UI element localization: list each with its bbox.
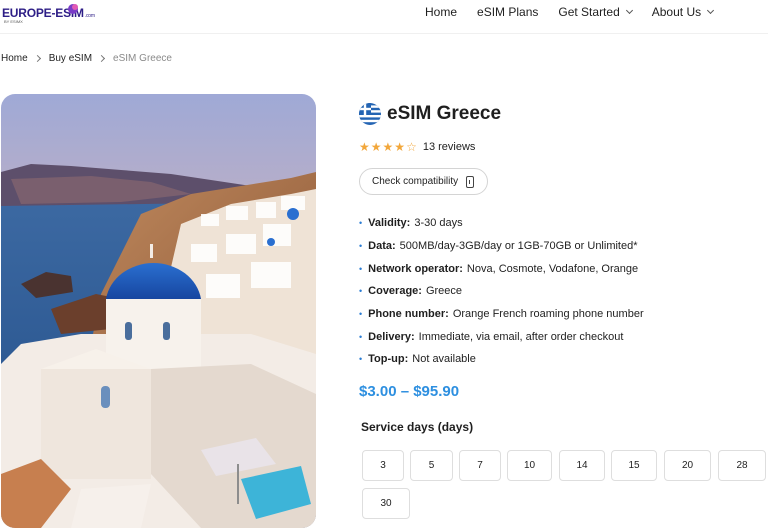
service-day-option[interactable]: 14 (559, 450, 605, 481)
service-day-option[interactable]: 7 (459, 450, 501, 481)
chevron-down-icon (707, 6, 715, 15)
product-image (1, 94, 316, 528)
phone-icon (466, 175, 475, 188)
chevron-right-icon (98, 54, 106, 63)
breadcrumb-current: eSIM Greece (113, 53, 172, 64)
spec-item: • Top-up: Not available (359, 348, 644, 371)
site-header: EUROPE-ESIM.com BY ESIMX Home eSIM Plans… (0, 0, 768, 34)
bullet-icon: • (359, 354, 363, 365)
spec-item: • Coverage: Greece (359, 280, 644, 303)
bullet-icon: • (359, 263, 363, 274)
spec-value: Nova, Cosmote, Vodafone, Orange (466, 262, 639, 275)
bullet-icon: • (359, 286, 363, 297)
bullet-icon: • (359, 218, 363, 229)
reviews-count[interactable]: 13 reviews (423, 141, 476, 153)
product-title: eSIM Greece (387, 103, 502, 124)
spec-label: Network operator: (368, 262, 463, 275)
greece-flag-icon (359, 103, 381, 125)
main-nav: Home eSIM Plans Get Started About Us (425, 5, 733, 19)
price-range: $3.00 – $95.90 (359, 383, 460, 400)
spec-item: • Delivery: Immediate, via email, after or… (359, 325, 644, 348)
bullet-icon: • (359, 309, 363, 320)
service-day-option[interactable]: 10 (507, 450, 552, 481)
spec-value: Immediate, via email, after order checko… (418, 330, 624, 343)
logo-suffix: .com (84, 13, 95, 19)
service-day-option[interactable]: 28 (718, 450, 766, 481)
spec-value: Greece (425, 285, 463, 298)
service-day-option[interactable]: 30 (362, 488, 410, 519)
star-filled-icon: ★ (359, 140, 370, 154)
spec-label: Delivery: (368, 330, 415, 343)
star-filled-icon: ★ (370, 140, 382, 154)
bullet-icon: • (359, 331, 363, 342)
bullet-icon: • (359, 241, 363, 252)
nav-about-us-label: About Us (651, 5, 702, 19)
chevron-right-icon (33, 54, 41, 63)
product-title-row: eSIM Greece (359, 103, 501, 125)
logo-tagline: BY ESIMX (4, 19, 23, 24)
spec-value: Not available (412, 353, 476, 366)
site-logo[interactable]: EUROPE-ESIM.com BY ESIMX (2, 2, 95, 26)
star-filled-icon: ★ (382, 140, 394, 154)
spec-value: 500MB/day-3GB/day or 1GB-70GB or Unlimit… (399, 240, 638, 253)
product-specs: • Validity: 3-30 days • Data: 500MB/day-3GB/… (359, 212, 644, 371)
spec-item: • Phone number: Orange French roaming phon… (359, 303, 644, 326)
nav-esim-plans[interactable]: eSIM Plans (477, 5, 538, 19)
spec-item: • Validity: 3-30 days (359, 212, 644, 235)
nav-get-started-label: Get Started (558, 5, 620, 19)
service-days-title: Service days (days) (361, 420, 474, 434)
service-day-option[interactable]: 5 (410, 450, 453, 481)
spec-item: • Network operator: Nova, Cosmote, Vodafon… (359, 257, 644, 280)
spec-value: 3-30 days (414, 217, 463, 230)
spec-label: Top-up: (368, 353, 409, 366)
rating-stars[interactable]: ★ ★ ★ ★ ☆ (359, 140, 418, 154)
nav-home[interactable]: Home (425, 5, 457, 19)
breadcrumb: Home Buy eSIM eSIM Greece (1, 53, 172, 64)
spec-item: • Data: 500MB/day-3GB/day or 1GB-70GB or U… (359, 235, 644, 258)
spec-value: Orange French roaming phone number (452, 308, 644, 321)
star-filled-icon: ★ (394, 140, 406, 154)
service-day-option[interactable]: 15 (611, 450, 657, 481)
service-day-option[interactable]: 20 (664, 450, 711, 481)
spec-label: Data: (368, 240, 396, 253)
service-day-option[interactable]: 3 (362, 450, 404, 481)
check-compatibility-button[interactable]: Check compatibility (359, 168, 488, 195)
star-empty-icon: ☆ (406, 140, 417, 154)
product-rating: ★ ★ ★ ★ ☆ 13 reviews (359, 140, 475, 154)
nav-about-us[interactable]: About Us (651, 5, 715, 19)
spec-label: Phone number: (368, 308, 449, 321)
check-compatibility-label: Check compatibility (372, 176, 459, 187)
breadcrumb-buy-esim[interactable]: Buy eSIM (49, 53, 92, 64)
spec-label: Validity: (368, 217, 411, 230)
nav-get-started[interactable]: Get Started (558, 5, 633, 19)
logo-signal-icon (68, 4, 78, 14)
chevron-down-icon (625, 6, 633, 15)
breadcrumb-home[interactable]: Home (1, 53, 28, 64)
santorini-illustration (1, 94, 316, 528)
spec-label: Coverage: (368, 285, 422, 298)
